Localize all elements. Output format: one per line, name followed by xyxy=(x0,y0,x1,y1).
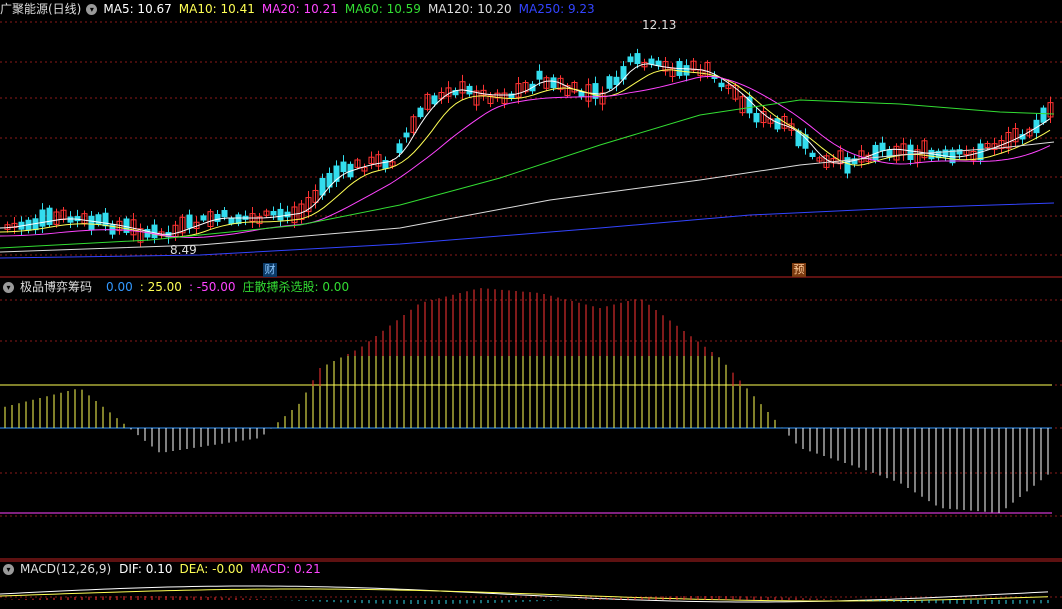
candle-body xyxy=(578,91,585,97)
ind-0: 0.00 xyxy=(106,280,133,294)
low-price-label: 8.49 xyxy=(170,243,197,257)
ma-3: MA60: 10.59 xyxy=(344,2,421,16)
ma60-line xyxy=(0,99,1055,249)
candle-body xyxy=(592,83,599,99)
ma-5: MA250: 9.23 xyxy=(518,2,595,16)
candle-body xyxy=(613,76,620,85)
candle-body xyxy=(606,76,613,89)
forecast-marker[interactable]: 预 xyxy=(792,263,806,277)
ma-4: MA120: 10.20 xyxy=(427,2,512,16)
stock-title[interactable]: 广聚能源(日线) xyxy=(0,0,81,18)
candle-body xyxy=(683,65,690,76)
ma250-line xyxy=(0,202,1055,259)
candle-body xyxy=(431,95,438,105)
macd-panel[interactable]: ▾ MACD(12,26,9) DIF: 0.10 DEA: -0.00 MACD:… xyxy=(0,560,1062,609)
candle-body xyxy=(655,60,662,67)
candle-body xyxy=(809,152,816,158)
candle-body xyxy=(536,70,543,80)
candle-body xyxy=(221,210,228,218)
candle-body xyxy=(46,207,53,226)
candle-body xyxy=(627,56,634,63)
ind-1: : 25.00 xyxy=(139,280,182,294)
price-panel[interactable]: 广聚能源(日线) ▾ MA5: 10.67 MA10: 10.41 MA20: 10… xyxy=(0,0,1062,278)
ind-2: : -50.00 xyxy=(188,280,236,294)
candle-body xyxy=(417,107,424,118)
indicator-header: ▾ 极品博弈筹码 0.00 : 25.00 : -50.00 庄散搏杀选股: 0.00 xyxy=(0,278,356,296)
collapse-icon[interactable]: ▾ xyxy=(86,3,98,15)
candle-body xyxy=(340,161,347,173)
candle-body xyxy=(879,142,886,152)
candlestick-chart[interactable] xyxy=(0,0,1062,278)
indicator-panel[interactable]: ▾ 极品博弈筹码 0.00 : 25.00 : -50.00 庄散搏杀选股: 0.00 xyxy=(0,278,1062,560)
collapse-icon[interactable]: ▾ xyxy=(3,281,14,293)
indicator-chart[interactable] xyxy=(0,278,1062,560)
ma120-line xyxy=(0,141,1055,253)
candle-body xyxy=(39,209,46,227)
candle-body xyxy=(67,216,74,223)
macd-0: DIF: 0.10 xyxy=(119,562,173,576)
candle-body xyxy=(634,53,641,65)
finance-marker[interactable]: 财 xyxy=(263,263,277,277)
candle-body xyxy=(235,214,242,225)
candle-body xyxy=(403,132,410,138)
candle-body xyxy=(270,211,277,216)
candle-body xyxy=(151,224,158,239)
candle-body xyxy=(718,82,725,88)
candle-body xyxy=(88,215,95,231)
candle-body xyxy=(277,208,284,221)
macd-1: DEA: -0.00 xyxy=(179,562,244,576)
ma-2: MA20: 10.21 xyxy=(261,2,338,16)
candle-body xyxy=(648,58,655,65)
macd-name[interactable]: MACD(12,26,9) xyxy=(20,560,111,578)
collapse-icon[interactable]: ▾ xyxy=(3,563,14,575)
macd-legend: DIF: 0.10 DEA: -0.00 MACD: 0.21 xyxy=(119,560,328,578)
candle-body xyxy=(466,85,473,95)
ma-0: MA5: 10.67 xyxy=(103,2,172,16)
candle-body xyxy=(1040,107,1047,123)
candle-body xyxy=(186,214,193,229)
ma-legend: MA5: 10.67 MA10: 10.41 MA20: 10.21 MA60: 10… xyxy=(103,0,601,18)
candle-body xyxy=(228,217,235,225)
indicator-legend: 0.00 : 25.00 : -50.00 庄散搏杀选股: 0.00 xyxy=(106,278,356,296)
candle-body xyxy=(396,143,403,153)
candle-body xyxy=(753,112,760,123)
high-price-label: 12.13 xyxy=(642,18,677,32)
indicator-name[interactable]: 极品博弈筹码 xyxy=(20,278,92,296)
ma-1: MA10: 10.41 xyxy=(178,2,255,16)
candle-body xyxy=(102,212,109,227)
macd-header: ▾ MACD(12,26,9) DIF: 0.10 DEA: -0.00 MACD:… xyxy=(0,560,328,578)
candle-body xyxy=(200,215,207,221)
macd-2: MACD: 0.21 xyxy=(250,562,321,576)
price-header: 广聚能源(日线) ▾ MA5: 10.67 MA10: 10.41 MA20: 10… xyxy=(0,0,602,18)
candle-body xyxy=(550,77,557,89)
candle-body xyxy=(214,213,221,222)
ind-3: 庄散搏杀选股: 0.00 xyxy=(242,280,350,294)
candle-body xyxy=(907,144,914,161)
